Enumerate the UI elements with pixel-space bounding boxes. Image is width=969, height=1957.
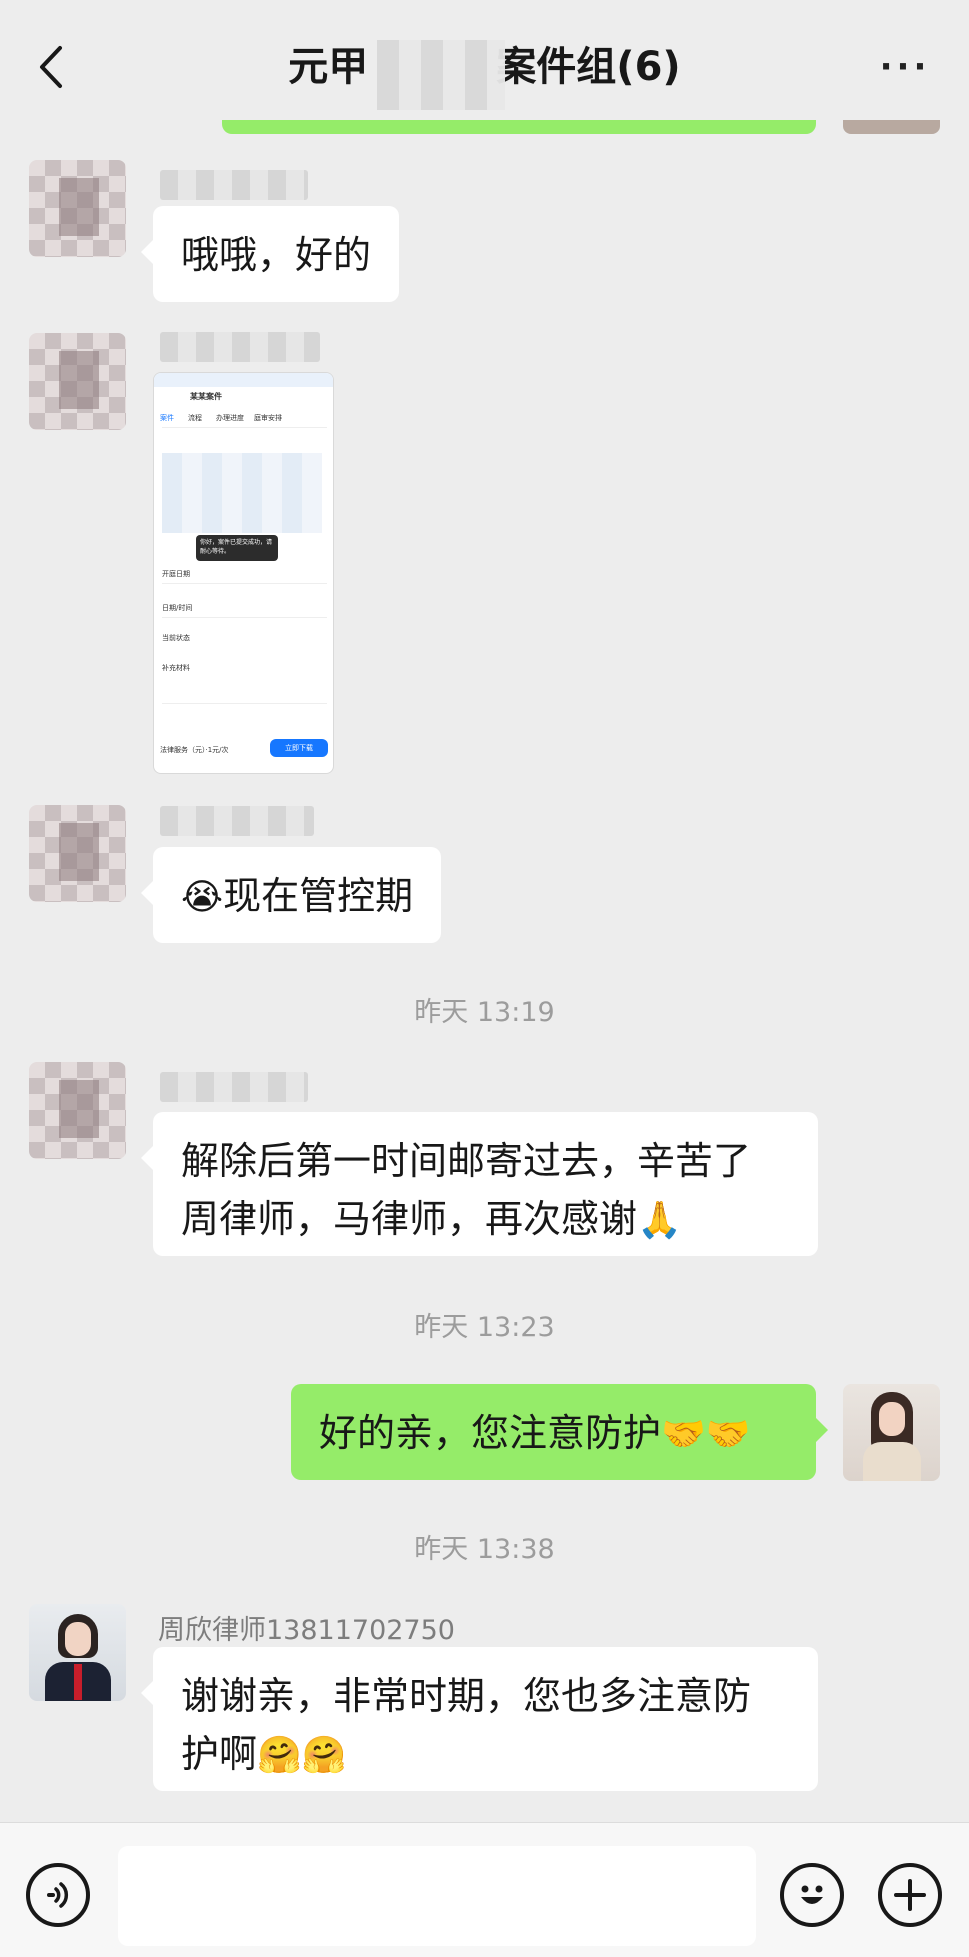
sender-name-redacted (160, 170, 308, 200)
smiley-icon (801, 1885, 823, 1904)
screenshot-app-title: 某某案件 (190, 392, 222, 401)
plus-button[interactable] (878, 1863, 942, 1927)
avatar[interactable] (29, 160, 126, 257)
divider (162, 617, 327, 618)
lawyer-avatar[interactable] (29, 1604, 126, 1701)
screenshot-footer-text: 法律服务（元）·1元/次 (160, 746, 229, 754)
screenshot-row: 开庭日期 (162, 570, 190, 578)
sender-name-redacted (160, 332, 320, 362)
phone-status-bar (154, 373, 333, 387)
cropped-avatar (843, 120, 940, 134)
message-text-line: 解除后第一时间邮寄过去，辛苦了 (181, 1139, 752, 1183)
message-text-line: 护啊 (181, 1732, 258, 1776)
message-text-line: 周律师，马律师，再次感谢 (181, 1197, 638, 1241)
screenshot-row: 补充材料 (162, 664, 190, 672)
message-text: 现在管控期 (223, 874, 414, 918)
divider (162, 427, 327, 428)
plus-icon (894, 1879, 926, 1911)
timestamp: 昨天 13:19 (414, 997, 555, 1028)
screenshot-download-button: 立即下载 (270, 739, 328, 757)
message-bubble[interactable]: 解除后第一时间邮寄过去，辛苦了 周律师，马律师，再次感谢🙏 (141, 1112, 818, 1256)
screenshot-redaction (162, 453, 322, 533)
screenshot-row: 日期/时间 (162, 604, 193, 612)
screenshot-tab: 庭审安排 (254, 414, 282, 422)
self-avatar[interactable] (843, 1384, 940, 1481)
voice-icon (47, 1882, 69, 1908)
avatar[interactable] (29, 805, 126, 902)
message-bubble[interactable]: 谢谢亲，非常时期，您也多注意防 护啊🤗🤗 (141, 1647, 818, 1791)
more-button[interactable]: ··· (875, 44, 935, 90)
hugging-emoji: 🤗🤗 (257, 1735, 347, 1776)
ellipsis-icon: ··· (879, 47, 931, 87)
divider (162, 703, 327, 704)
message-text: 哦哦，好的 (181, 233, 372, 277)
image-message[interactable]: 某某案件 案件 流程 办理进度 庭审安排 你好，案件已提交成功，请耐心等待。 开… (153, 372, 334, 774)
message-text-line: 谢谢亲，非常时期，您也多注意防 (181, 1674, 752, 1718)
message-bubble[interactable]: 哦哦，好的 (140, 206, 400, 302)
voice-button[interactable] (26, 1863, 90, 1927)
screenshot-row: 当前状态 (162, 634, 190, 642)
divider (162, 583, 327, 584)
sender-name: 周欣律师13811702750 (158, 1615, 455, 1646)
sender-name-redacted (160, 1072, 308, 1102)
chat-header: 元甲 案件组(6) ··· (0, 0, 969, 130)
timestamp: 昨天 13:38 (414, 1534, 555, 1565)
message-text: 好的亲，您注意防护 (319, 1411, 662, 1455)
timestamp: 昨天 13:23 (414, 1312, 555, 1343)
message-bubble-self[interactable]: 好的亲，您注意防护🤝🤝 (291, 1384, 828, 1480)
avatar[interactable] (29, 1062, 126, 1159)
praying-hands-emoji: 🙏 (637, 1200, 682, 1241)
message-bubble[interactable]: 😭现在管控期 (140, 847, 442, 943)
sender-name-redacted (160, 806, 314, 836)
avatar[interactable] (29, 333, 126, 430)
crying-emoji: 😭 (181, 877, 224, 918)
chat-title-suffix: 案件组(6) (496, 44, 681, 90)
handshake-emoji: 🤝🤝 (661, 1414, 751, 1455)
screenshot-tab: 案件 (160, 414, 174, 422)
chat-title-prefix: 元甲 (288, 44, 369, 90)
cropped-message-bubble (222, 120, 816, 134)
screenshot-tab: 流程 (188, 414, 202, 422)
title-redaction (377, 40, 505, 110)
screenshot-tab: 办理进度 (216, 414, 244, 422)
screenshot-tooltip: 你好，案件已提交成功，请耐心等待。 (196, 535, 278, 561)
message-input[interactable] (118, 1846, 756, 1946)
emoji-button[interactable] (780, 1863, 844, 1927)
